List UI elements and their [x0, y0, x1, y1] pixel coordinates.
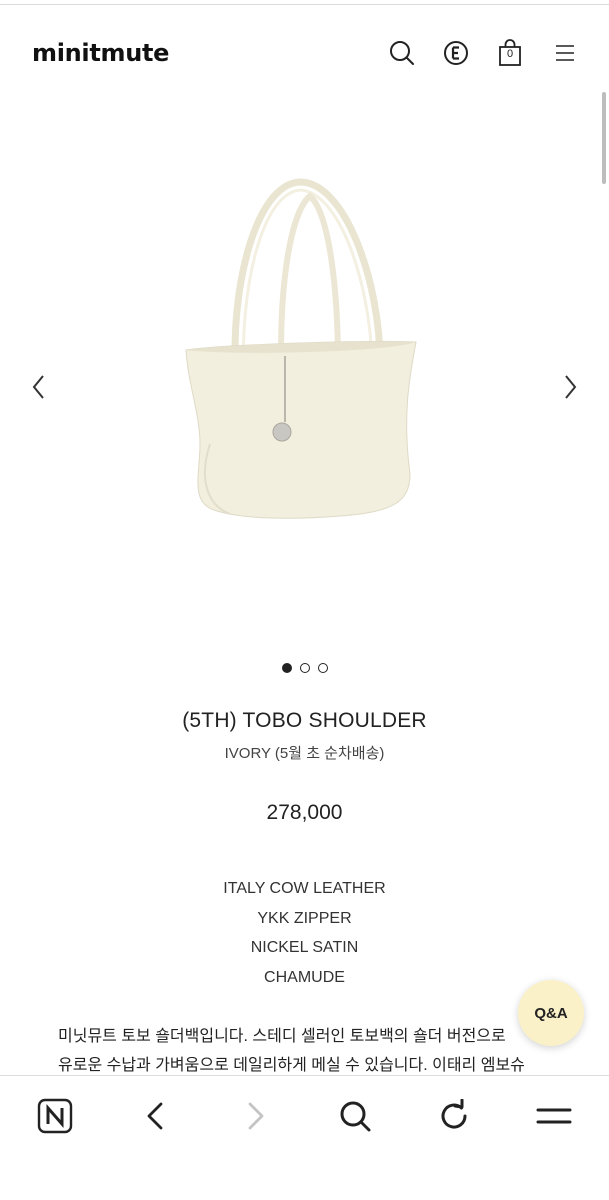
chevron-left-icon [32, 375, 44, 399]
spec-item: NICKEL SATIN [250, 939, 359, 956]
site-header: minitmute 0 [0, 24, 609, 84]
site-logo[interactable]: minitmute [32, 39, 169, 67]
product-title: (5TH) TOBO SHOULDER [182, 709, 427, 732]
carousel-next-button[interactable] [555, 370, 585, 404]
forward-arrow-icon[interactable] [234, 1094, 278, 1138]
search-icon[interactable] [333, 1094, 377, 1138]
cart-count-badge: 0 [506, 48, 514, 60]
browser-bottom-toolbar [0, 1075, 609, 1200]
carousel-prev-button[interactable] [24, 370, 54, 404]
carousel-dot-2[interactable] [299, 663, 310, 673]
carousel-dot-1[interactable] [281, 663, 292, 673]
product-price: 278,000 [266, 801, 343, 824]
product-image-carousel [0, 100, 609, 640]
menu-icon[interactable] [532, 1094, 576, 1138]
naver-home-icon[interactable] [33, 1094, 77, 1138]
carousel-pagination [0, 663, 609, 673]
product-specs: ITALY COW LEATHER YKK ZIPPER NICKEL SATI… [0, 878, 609, 996]
spec-item: CHAMUDE [264, 968, 345, 986]
spec-item: YKK ZIPPER [257, 909, 352, 927]
back-arrow-icon[interactable] [133, 1094, 177, 1138]
product-description: 미닛뮤트 토보 숄더백입니다. 스테디 셀러인 토보백의 숄더 버전으로 유로운… [58, 1022, 558, 1080]
search-icon[interactable] [386, 37, 418, 69]
cart-button[interactable]: 0 [494, 37, 526, 69]
refresh-icon[interactable] [432, 1094, 476, 1138]
product-subtitle: IVORY (5월 초 순차배송) [224, 745, 385, 762]
product-image-bag[interactable] [170, 174, 430, 554]
carousel-dot-3[interactable] [317, 663, 328, 673]
hamburger-menu-icon[interactable] [549, 37, 581, 69]
chevron-right-icon [565, 375, 577, 399]
e-circle-icon[interactable] [440, 37, 472, 69]
top-divider [0, 4, 609, 5]
description-line: 미닛뮤트 토보 숄더백입니다. 스테디 셀러인 토보백의 숄더 버전으로 [58, 1028, 506, 1045]
qa-button[interactable]: Q&A [518, 980, 584, 1046]
spec-item: ITALY COW LEATHER [223, 880, 386, 897]
